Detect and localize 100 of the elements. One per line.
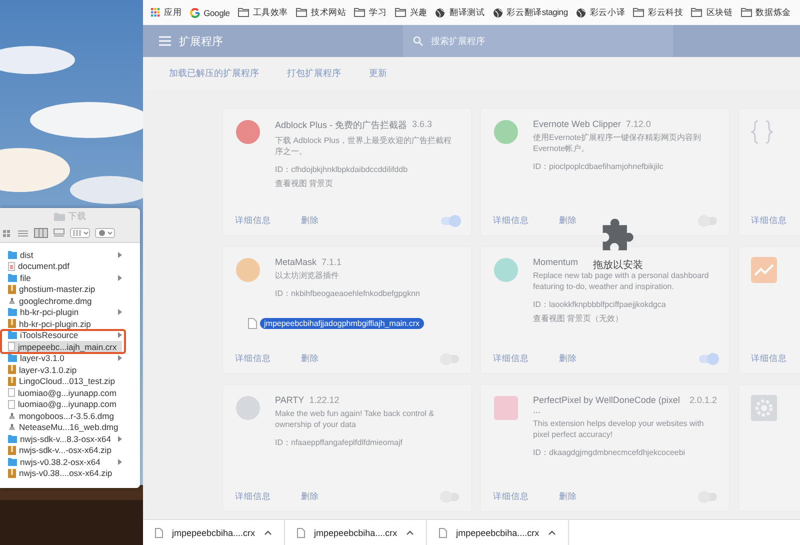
file-name: iToolsResource: [20, 330, 78, 340]
caret-icon[interactable]: [264, 530, 272, 535]
download-item[interactable]: jmpepeebcbiha....crx: [427, 520, 570, 545]
file-row[interactable]: LingoCloud...013_test.zip: [8, 376, 122, 387]
file-name: hb-kr-pci-plugin: [20, 307, 79, 318]
extension-version: 7.12.0: [626, 119, 651, 129]
file-row[interactable]: iToolsResource: [8, 330, 122, 341]
icon-view-button[interactable]: [2, 228, 12, 238]
file-name: document.pdf: [18, 261, 70, 272]
file-icon: [439, 528, 448, 538]
archive-icon: [8, 284, 16, 294]
bookmark[interactable]: 区块链: [691, 6, 733, 18]
disclosure-arrow-icon: [118, 436, 122, 442]
dragged-file-name: jmpepeebcbihafjjadogphmbgiffiajh_main.crx: [260, 318, 424, 329]
puzzle-icon: [601, 218, 635, 252]
download-item[interactable]: jmpepeebcbiha....crx: [285, 520, 428, 545]
file-row[interactable]: file: [8, 272, 122, 284]
bookmark[interactable]: 彩云小译: [576, 6, 626, 18]
bookmark[interactable]: 技术网站: [296, 6, 346, 18]
disk-image-icon: [8, 296, 16, 305]
extension-id: ID：pioclpoplcdbaefihamjohnefbikjilc: [533, 161, 664, 172]
file-row[interactable]: dist: [8, 249, 122, 260]
bookmark[interactable]: Google: [190, 8, 230, 18]
list-view-button[interactable]: [17, 228, 29, 238]
extension-description: 以太坊浏览器插件: [275, 270, 340, 282]
bookmark[interactable]: 数据炼金: [740, 6, 791, 18]
file-row[interactable]: nwjs-v0.38.2-osx-x64: [8, 456, 122, 468]
folder-icon: [394, 8, 406, 17]
folder-icon: [296, 8, 308, 17]
file-name: ghostium-master.zip: [19, 284, 96, 294]
folder-icon: [8, 308, 17, 316]
file-row[interactable]: nwjs-v0.38....osx-x64.zip: [8, 468, 122, 479]
disclosure-arrow-icon: [118, 458, 122, 465]
bookmark[interactable]: 翻译测试: [435, 6, 485, 18]
disclosure-arrow-icon: [118, 274, 122, 281]
extension-name: Evernote Web Clipper: [533, 119, 621, 129]
file-row[interactable]: NeteaseMu...16_web.dmg: [8, 422, 122, 433]
toggle-switch[interactable]: [441, 217, 459, 225]
extension-description: This extension helps develop your websites with pixel perfect accuracy!: [533, 418, 705, 440]
folder-icon: [740, 8, 752, 17]
toggle-switch[interactable]: [699, 355, 717, 363]
extension-id: ID：dkaagdgjmgdmbnecmcefdhjekcoceebi: [533, 447, 686, 458]
file-row[interactable]: layer-v3.1.0.zip: [8, 364, 122, 376]
disclosure-arrow-icon: [118, 309, 122, 316]
file-row[interactable]: jmpepeebc...iajh_main.crx: [8, 341, 122, 352]
download-item[interactable]: jmpepeebcbiha....crx: [143, 520, 286, 545]
file-row[interactable]: luomiao@g...iyunapp.com: [8, 398, 122, 410]
menu-icon[interactable]: [159, 36, 171, 46]
file-name: layer-v3.1.0.zip: [19, 364, 77, 375]
settings-button[interactable]: [95, 228, 115, 238]
file-row[interactable]: nwjs-sdk-v...-osx-x64.zip: [8, 444, 122, 456]
bookmark[interactable]: 彩云科技: [633, 6, 684, 18]
file-row[interactable]: hb-kr-pci-plugin.zip: [8, 318, 122, 330]
extension-description: 下载 Adblock Plus，世界上最受欢迎的广告拦截程序之一。: [275, 135, 452, 158]
extension-id: ID：nfaaeppffangafeplfdlfdmieomajf: [275, 437, 404, 448]
group-button[interactable]: [70, 228, 90, 238]
extension-version: 7.1.1: [322, 257, 342, 267]
file-row[interactable]: ghostium-master.zip: [8, 284, 122, 295]
bookmark[interactable]: 工具效率: [238, 6, 288, 18]
drop-hint: 拖放以安装: [593, 258, 643, 272]
extension-name: PerfectPixel by WellDoneCode (pixel ...: [533, 395, 681, 415]
globe-icon: [435, 8, 446, 18]
caret-icon[interactable]: [548, 530, 556, 535]
extension-name: Momentum: [533, 257, 578, 267]
file-row[interactable]: mongoboos...r-3.5.6.dmg: [8, 410, 122, 422]
file-name: luomiao@g...iyunapp.com: [18, 399, 116, 410]
document-icon: [8, 342, 15, 352]
search-field[interactable]: 搜索扩展程序: [403, 25, 673, 57]
disk-image-icon: [8, 423, 16, 432]
bookmark[interactable]: 彩云翻译staging: [492, 6, 568, 18]
extension-description: Make the web fun again! Take back control & ownership of your data: [275, 408, 436, 430]
file-name: mongoboos...r-3.5.6.dmg: [19, 410, 114, 421]
file-name: layer-v3.1.0: [20, 353, 64, 364]
window-title: 下载: [68, 210, 86, 222]
file-icon: [248, 318, 257, 329]
gallery-view-button[interactable]: [53, 228, 65, 238]
file-icon: [297, 528, 306, 538]
disclosure-arrow-icon: [118, 332, 122, 338]
folder-icon: [633, 8, 644, 17]
file-row[interactable]: layer-v3.1.0: [8, 352, 122, 364]
file-name: NeteaseMu...16_web.dmg: [19, 422, 118, 432]
file-row[interactable]: document.pdf: [8, 260, 122, 272]
file-row[interactable]: hb-kr-pci-plugin: [8, 306, 122, 318]
disk-image-icon: [8, 412, 16, 420]
folder-icon: [8, 458, 17, 466]
extension-id: ID：laookkfknpbbblfpciffpaejjkokdgca: [533, 299, 667, 310]
folder-icon: [54, 212, 65, 220]
file-name: luomiao@g...iyunapp.com: [18, 388, 116, 398]
file-row[interactable]: nwjs-sdk-v...8.3-osx-x64: [8, 433, 122, 444]
bookmark[interactable]: 应用: [151, 6, 182, 18]
bookmark[interactable]: 兴趣: [394, 6, 428, 18]
extension-description: Replace new tab page with a personal dashboard featuring to-do, weather and inspiration.: [533, 270, 710, 292]
download-name: jmpepeebcbiha....crx: [456, 528, 540, 538]
file-name: LingoCloud...013_test.zip: [19, 376, 115, 386]
file-row[interactable]: googlechrome.dmg: [8, 295, 122, 306]
caret-icon[interactable]: [406, 530, 414, 535]
file-row[interactable]: luomiao@g...iyunapp.com: [8, 387, 122, 398]
bookmark[interactable]: 学习: [354, 6, 387, 18]
column-view-button[interactable]: [34, 228, 48, 238]
extension-description: 使用Evernote扩展程序一键保存精彩网页内容到Evernote帐户。: [533, 132, 702, 154]
